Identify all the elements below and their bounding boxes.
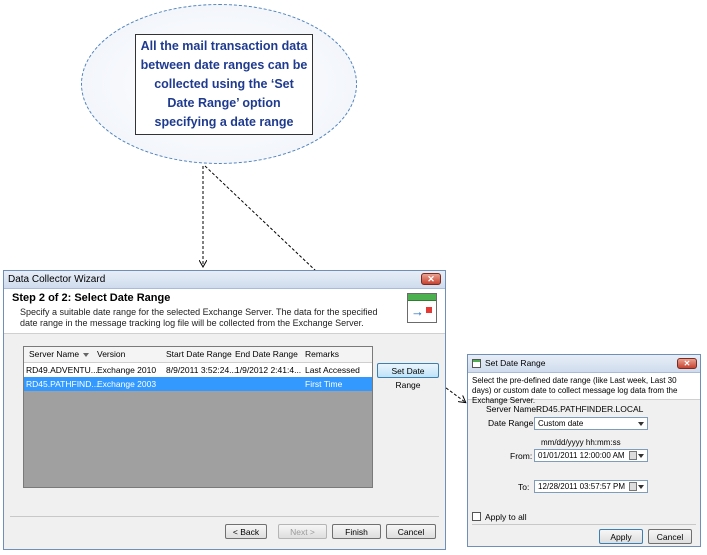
wizard-header: Step 2 of 2: Select Date Range Specify a… bbox=[4, 289, 445, 334]
wizard-close-button[interactable]: ✕ bbox=[421, 273, 441, 285]
col-start-date[interactable]: Start Date Range bbox=[166, 347, 232, 362]
dialog-footer-divider bbox=[472, 524, 696, 525]
wizard-title: Data Collector Wizard bbox=[8, 274, 106, 285]
server-name-value: RD45.PATHFINDER.LOCAL bbox=[536, 404, 644, 414]
step-description: Specify a suitable date range for the se… bbox=[20, 307, 378, 328]
calendar-picker-icon[interactable] bbox=[629, 451, 637, 460]
cell-remarks: First Time bbox=[305, 379, 343, 389]
set-date-range-dialog: Set Date Range ✕ Select the pre-defined … bbox=[467, 354, 701, 547]
from-date-field[interactable]: 01/01/2011 12:00:00 AM bbox=[534, 449, 648, 462]
date-range-value: Custom date bbox=[538, 419, 584, 428]
from-label: From: bbox=[510, 451, 533, 461]
footer-divider bbox=[10, 516, 439, 517]
wizard-titlebar: Data Collector Wizard ✕ bbox=[4, 271, 445, 289]
back-button[interactable]: < Back bbox=[225, 524, 267, 539]
col-remarks[interactable]: Remarks bbox=[305, 347, 339, 362]
table-row-selected[interactable]: RD45.PATHFIND... Exchange 2003 First Tim… bbox=[24, 377, 372, 391]
finish-button[interactable]: Finish bbox=[332, 524, 381, 539]
chevron-down-icon bbox=[638, 454, 644, 458]
cell-server-name: RD45.PATHFIND... bbox=[26, 379, 99, 389]
date-range-select[interactable]: Custom date bbox=[534, 417, 648, 430]
server-name-label: Server Name: bbox=[486, 404, 539, 414]
to-date-value: 12/28/2011 03:57:57 PM bbox=[538, 482, 626, 491]
cell-start-date: 8/9/2011 3:52:24... bbox=[166, 365, 237, 375]
table-row[interactable]: RD49.ADVENTU... Exchange 2010 8/9/2011 3… bbox=[24, 363, 372, 377]
cell-server-name: RD49.ADVENTU... bbox=[26, 365, 98, 375]
calendar-arrow-icon: → bbox=[407, 293, 437, 323]
step-title: Step 2 of 2: Select Date Range bbox=[12, 292, 171, 304]
chevron-down-icon bbox=[638, 422, 644, 426]
dialog-close-button[interactable]: ✕ bbox=[677, 358, 697, 369]
to-date-field[interactable]: 12/28/2011 03:57:57 PM bbox=[534, 480, 648, 493]
date-range-label: Date Range: bbox=[488, 418, 536, 428]
sort-down-icon bbox=[83, 352, 90, 357]
format-hint: mm/dd/yyyy hh:mm:ss bbox=[541, 438, 621, 447]
data-collector-wizard-window: Data Collector Wizard ✕ Step 2 of 2: Sel… bbox=[3, 270, 446, 550]
chevron-down-icon bbox=[638, 485, 644, 489]
calendar-icon bbox=[472, 359, 481, 368]
col-end-date[interactable]: End Date Range bbox=[235, 347, 298, 362]
col-server-name[interactable]: Server Name bbox=[29, 347, 90, 362]
grid-header: Server Name Version Start Date Range End… bbox=[24, 347, 372, 363]
cell-version: Exchange 2003 bbox=[97, 379, 157, 389]
server-grid: Server Name Version Start Date Range End… bbox=[23, 346, 373, 488]
dialog-cancel-button[interactable]: Cancel bbox=[648, 529, 692, 544]
from-date-value: 01/01/2011 12:00:00 AM bbox=[538, 451, 625, 460]
calendar-picker-icon[interactable] bbox=[629, 482, 637, 491]
to-label: To: bbox=[518, 482, 530, 492]
next-button[interactable]: Next > bbox=[278, 524, 327, 539]
dialog-titlebar: Set Date Range ✕ bbox=[468, 355, 700, 373]
cancel-button[interactable]: Cancel bbox=[386, 524, 436, 539]
apply-to-all-checkbox[interactable] bbox=[472, 512, 481, 521]
callout-text: All the mail transaction data between da… bbox=[135, 34, 313, 135]
dialog-title: Set Date Range bbox=[485, 358, 546, 368]
dialog-description: Select the pre-defined date range (like … bbox=[472, 376, 678, 405]
cell-version: Exchange 2010 bbox=[97, 365, 157, 375]
cell-remarks: Last Accessed bbox=[305, 365, 360, 375]
cell-end-date: 1/9/2012 2:41:4... bbox=[235, 365, 302, 375]
col-version[interactable]: Version bbox=[97, 347, 125, 362]
apply-to-all-label: Apply to all bbox=[485, 512, 527, 522]
dialog-header: Select the pre-defined date range (like … bbox=[468, 373, 700, 405]
set-date-range-button[interactable]: Set Date Range bbox=[377, 363, 439, 390]
apply-button[interactable]: Apply bbox=[599, 529, 643, 544]
